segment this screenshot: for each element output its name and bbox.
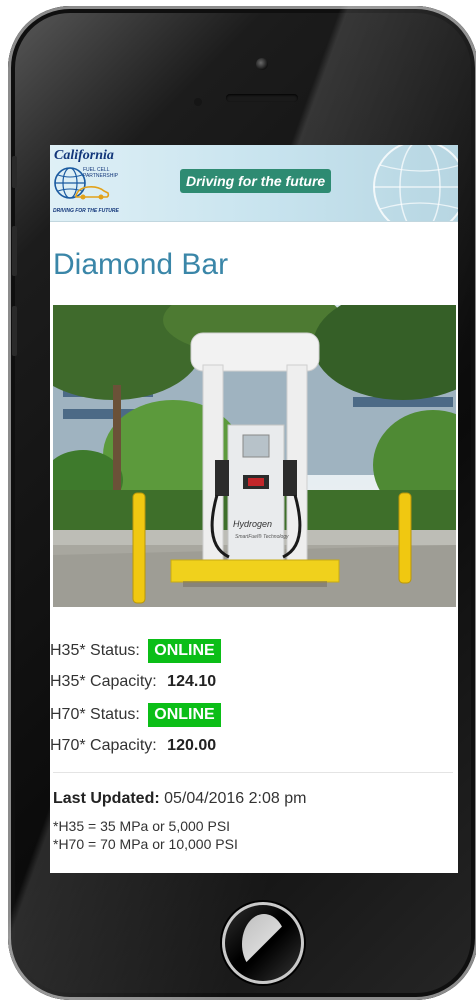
- banner-tagline: Driving for the future: [180, 169, 332, 193]
- h70-status-badge: ONLINE: [148, 703, 221, 727]
- home-button-reflection: [242, 914, 286, 974]
- dispenser-label: Hydrogen: [233, 519, 272, 529]
- h70-capacity-row: H70* Capacity: 120.00: [50, 737, 216, 755]
- volume-down-button: [12, 306, 17, 356]
- proximity-sensor: [194, 98, 202, 106]
- partnership-banner: California FUEL CELL PARTNERSHIP DRIVING…: [50, 145, 458, 222]
- note-h35: *H35 = 35 MPa or 5,000 PSI: [53, 818, 231, 834]
- home-button[interactable]: [222, 902, 304, 984]
- last-updated-value: 05/04/2016 2:08 pm: [164, 790, 307, 807]
- h70-capacity-value: 120.00: [167, 737, 217, 754]
- h35-status-badge: ONLINE: [148, 639, 221, 663]
- h35-capacity-label: H35* Capacity:: [50, 673, 157, 690]
- app-screen: California FUEL CELL PARTNERSHIP DRIVING…: [50, 145, 458, 873]
- h35-status-label: H35* Status:: [50, 642, 140, 659]
- last-updated-label: Last Updated:: [53, 790, 160, 807]
- logo-tagline: DRIVING FOR THE FUTURE: [53, 208, 119, 214]
- h70-capacity-label: H70* Capacity:: [50, 737, 157, 754]
- h70-status-row: H70* Status: ONLINE: [50, 703, 221, 727]
- h35-status-row: H35* Status: ONLINE: [50, 639, 221, 663]
- h35-capacity-row: H35* Capacity: 124.10: [50, 673, 216, 691]
- page-title: Diamond Bar: [53, 248, 229, 281]
- dispenser-sublabel: SmartFuel® Technology: [235, 533, 289, 540]
- h70-status-label: H70* Status:: [50, 706, 140, 723]
- station-photo: Hydrogen SmartFuel® Technology: [53, 305, 456, 607]
- note-h70: *H70 = 70 MPa or 10,000 PSI: [53, 836, 238, 852]
- front-camera: [256, 58, 268, 70]
- globe-watermark-icon: [373, 145, 458, 221]
- section-divider: [53, 772, 453, 773]
- logo-title: California: [54, 148, 114, 163]
- last-updated: Last Updated: 05/04/2016 2:08 pm: [53, 790, 306, 808]
- h35-capacity-value: 124.10: [167, 673, 217, 690]
- car-icon: [75, 186, 110, 200]
- volume-up-button: [12, 226, 17, 276]
- earpiece-speaker: [226, 94, 298, 102]
- logo-subtitle: FUEL CELL PARTNERSHIP: [83, 167, 119, 179]
- mute-switch: [12, 156, 17, 188]
